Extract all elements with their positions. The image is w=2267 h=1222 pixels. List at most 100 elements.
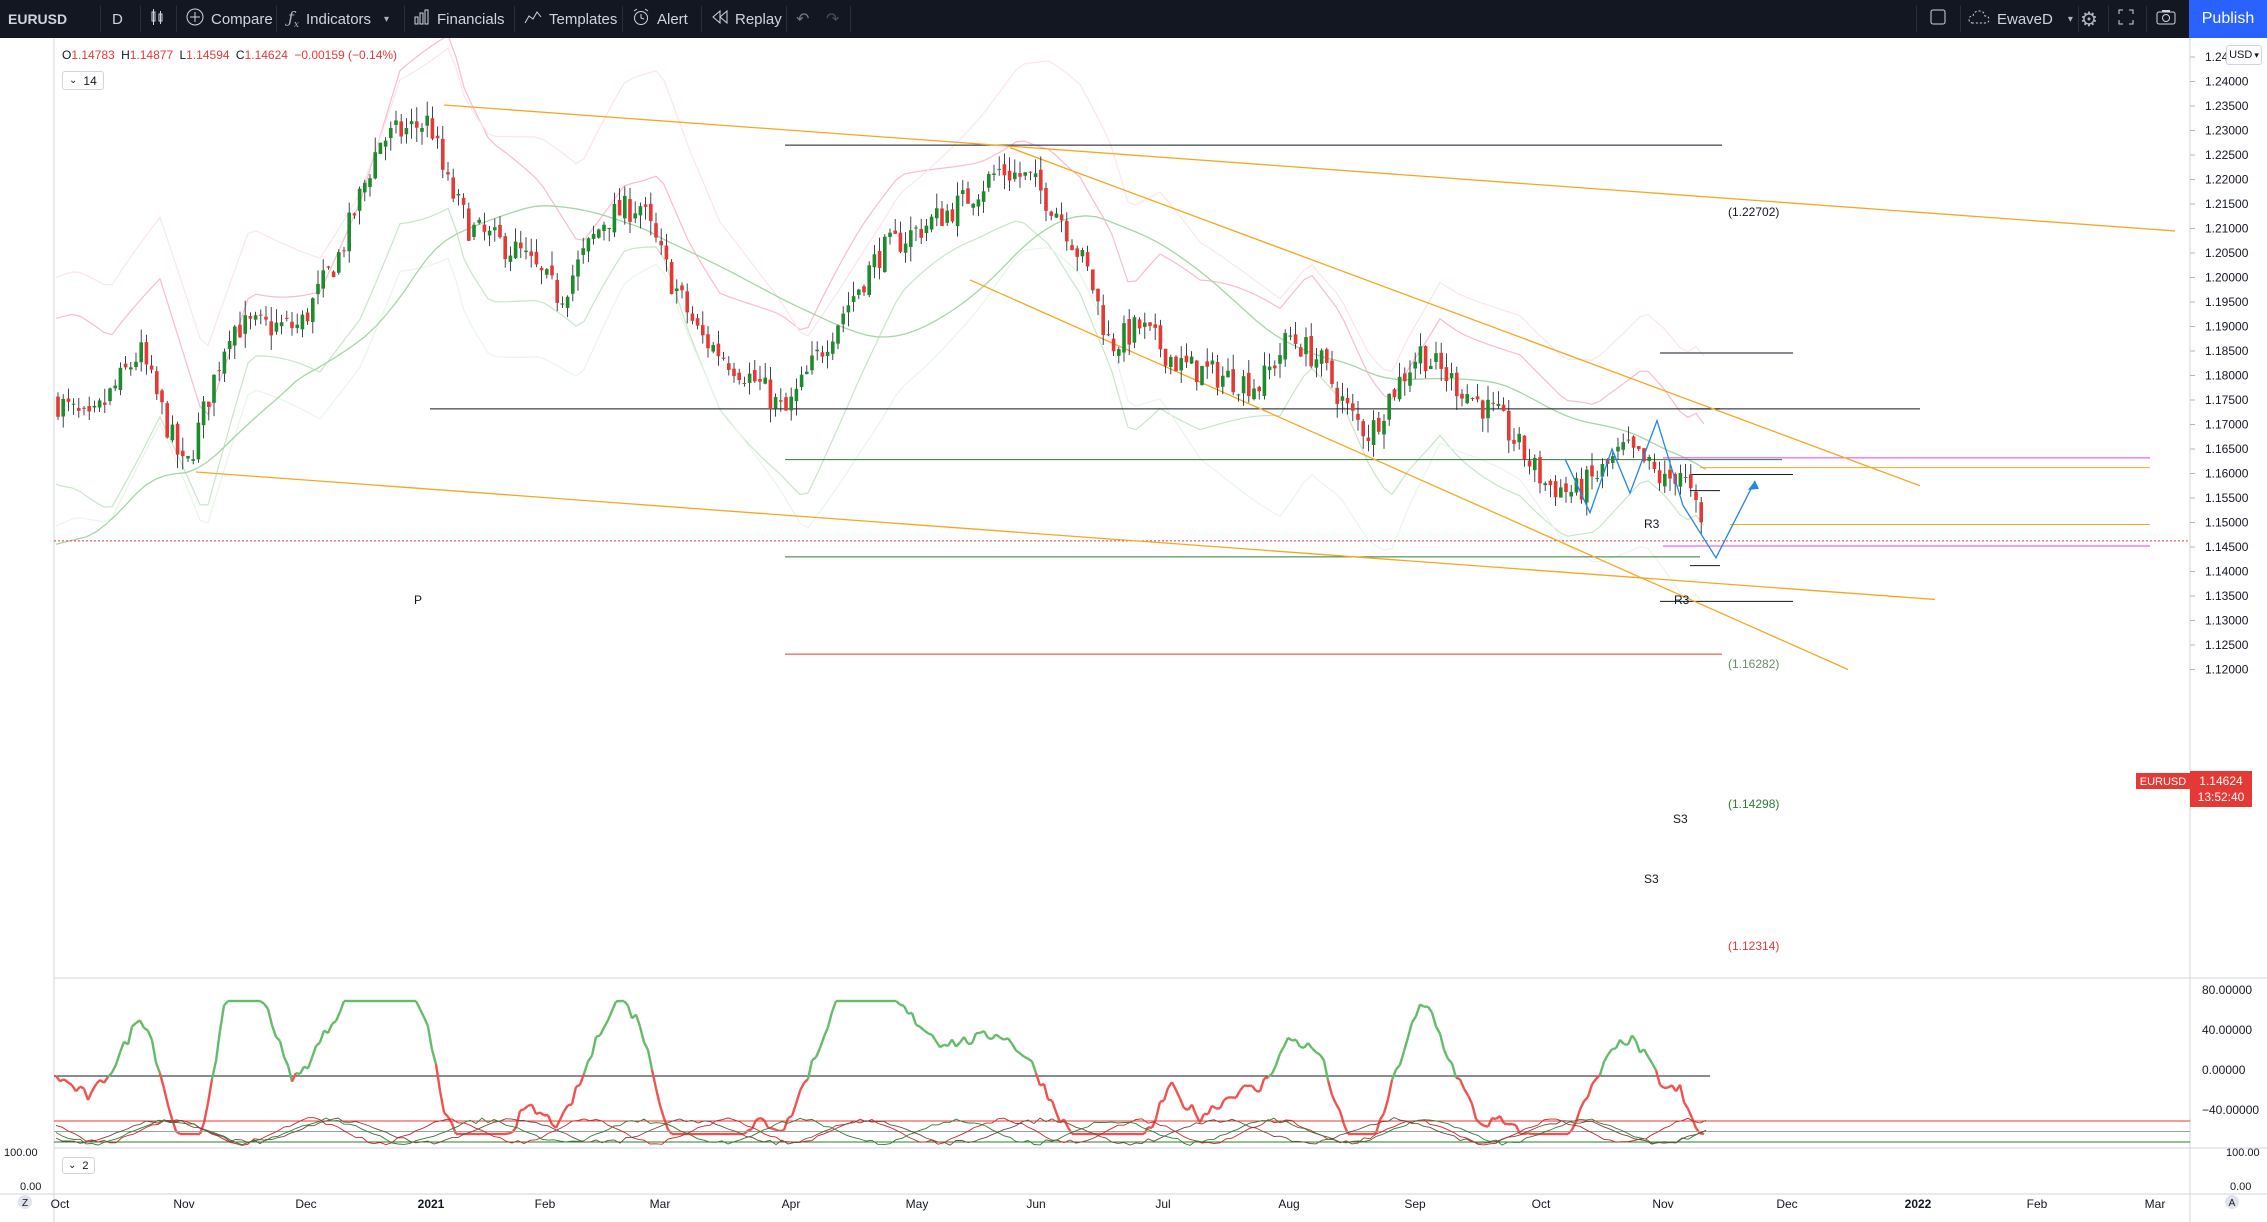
candle-body — [607, 227, 611, 230]
osc-segment — [1578, 1100, 1586, 1111]
osc-segment — [1278, 1045, 1286, 1055]
main-price-pane[interactable] — [54, 38, 2190, 671]
osc-segment — [1258, 1078, 1266, 1092]
indicator2-toggle[interactable]: ⌄ 2 — [62, 1157, 95, 1174]
osc-segment — [1642, 1048, 1650, 1058]
osc-segment — [1338, 1110, 1346, 1125]
chart-canvas[interactable]: 1.245001.240001.235001.230001.225001.220… — [0, 38, 2267, 1222]
candle-body — [529, 251, 533, 256]
candle-body — [66, 398, 71, 402]
candle-body — [1044, 187, 1048, 211]
candle-body — [1117, 349, 1121, 356]
stochastic-pane[interactable] — [54, 1117, 2190, 1146]
indicators-button[interactable]: ƒx Indicators ▾ — [288, 0, 389, 38]
indicator-toggle[interactable]: ⌄ 14 — [62, 71, 104, 90]
candle-body — [924, 225, 929, 234]
chevron-down-icon[interactable]: ⌄ — [68, 1160, 76, 1171]
price-tick: 1.17000 — [2205, 418, 2249, 432]
oscillator-pane[interactable] — [54, 999, 1710, 1136]
currency-selector[interactable]: USD ▾ — [2226, 45, 2262, 65]
price-tick: 1.19500 — [2205, 295, 2249, 309]
fullscreen-button[interactable] — [2118, 0, 2134, 38]
osc-segment — [331, 1020, 337, 1026]
chart-type-button[interactable] — [150, 0, 164, 38]
osc-segment — [1479, 1122, 1485, 1127]
candle-body — [929, 216, 934, 230]
candle-body — [1460, 393, 1464, 399]
osc-segment — [1486, 1117, 1494, 1128]
osc-segment — [1626, 1034, 1634, 1046]
separator — [514, 6, 515, 32]
candle-body — [1590, 465, 1594, 477]
publish-button[interactable]: Publish — [2189, 0, 2267, 38]
osc-segment — [75, 1085, 81, 1093]
osc-segment — [1378, 1112, 1386, 1121]
candle-body — [524, 250, 528, 253]
undo-button[interactable]: ↶ — [796, 0, 809, 38]
osc-segment — [443, 1111, 449, 1118]
osc-segment — [1386, 1079, 1394, 1100]
candle-body — [383, 140, 388, 147]
snapshot-button[interactable] — [2156, 0, 2176, 38]
candle-body — [87, 406, 91, 412]
candle-body — [238, 324, 242, 338]
replay-button[interactable]: Replay — [712, 0, 782, 38]
price-axis[interactable]: 1.245001.240001.235001.230001.225001.220… — [2190, 50, 2249, 677]
trend-line — [195, 471, 1936, 601]
time-axis[interactable]: Oct Nov Dec 2021 Feb Mar Apr May Jun Jul Aug Sep Oct… — [51, 1197, 2166, 1211]
osc-segment — [146, 1030, 154, 1041]
candle-body — [274, 322, 279, 332]
templates-button[interactable]: Templates — [524, 0, 617, 38]
osc-segment — [275, 1036, 281, 1042]
templates-icon — [524, 9, 542, 30]
osc-segment — [1682, 1101, 1690, 1110]
osc-segment — [306, 1057, 314, 1069]
candle-body — [472, 224, 476, 237]
osc-segment — [1322, 1060, 1330, 1081]
redo-button[interactable]: ↷ — [826, 0, 839, 38]
candle-body — [571, 275, 575, 294]
financials-button[interactable]: Financials — [414, 0, 505, 38]
candle-body — [1517, 433, 1521, 443]
candle-body — [695, 318, 700, 326]
candle-body — [841, 313, 845, 325]
osc-segment — [103, 1076, 109, 1084]
chevron-down-icon[interactable]: ▾ — [384, 14, 389, 25]
fullscreen-layout-button[interactable] — [1930, 0, 1946, 38]
separator — [404, 6, 405, 32]
settings-button[interactable]: ⚙ — [2080, 0, 2098, 38]
osc-segment — [90, 1083, 98, 1092]
osc-segment — [1150, 1118, 1158, 1129]
osc-segment — [939, 1043, 945, 1049]
time-tick: Oct — [1532, 1197, 1551, 1211]
candle-body — [794, 388, 799, 402]
candle-body — [732, 368, 736, 377]
candle-body — [227, 340, 232, 350]
candle-body — [742, 382, 747, 384]
candle-body — [1293, 334, 1298, 344]
price-tick: 1.16500 — [2205, 442, 2249, 456]
candle-body — [1304, 337, 1308, 355]
interval-button[interactable]: D — [112, 0, 123, 38]
osc-segment — [298, 1065, 306, 1075]
osc-segment — [1419, 1003, 1425, 1008]
symbol-search[interactable]: EURUSD — [8, 0, 67, 38]
layout-menu-button[interactable]: EwaveD ▾ — [1968, 0, 2073, 38]
candle-body — [1663, 473, 1667, 487]
candle-body — [617, 199, 622, 216]
price-tick: 1.14000 — [2205, 565, 2249, 579]
osc-segment — [1274, 1053, 1282, 1066]
candle-body — [649, 203, 653, 222]
candle-body — [201, 401, 206, 426]
candle-body — [981, 191, 986, 202]
chevron-down-icon[interactable]: ⌄ — [69, 75, 77, 86]
osc-segment — [1646, 1055, 1654, 1064]
alert-button[interactable]: Alert — [632, 0, 688, 38]
ohlc-legend: O1.14783 H1.14877 L1.14594 C1.14624 −0.0… — [62, 48, 400, 62]
candle-body — [1033, 173, 1038, 178]
candle-body — [1475, 396, 1480, 400]
redo-icon: ↷ — [826, 11, 840, 28]
osc-segment — [991, 1033, 997, 1040]
compare-button[interactable]: Compare — [186, 0, 273, 38]
osc-segment — [1447, 1058, 1453, 1064]
